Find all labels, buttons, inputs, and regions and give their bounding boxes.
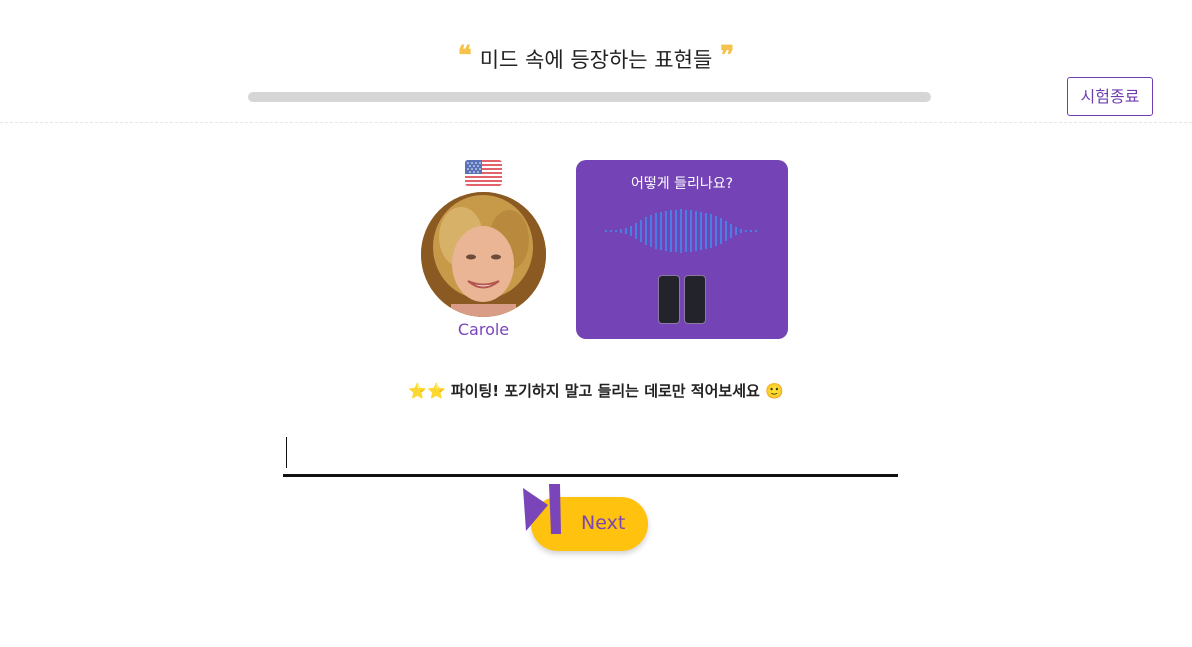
page-title-row: ❝ 미드 속에 등장하는 표현들 ❞ [0,41,1192,74]
star-icon: ⭐⭐ [408,382,446,400]
skip-next-icon [523,484,561,534]
answer-input[interactable] [283,428,898,477]
open-quote-icon: ❝ [457,41,472,71]
speaker-avatar [421,192,546,317]
pause-icon [658,275,680,324]
progress-bar [248,92,931,102]
audio-wave-icon [605,209,757,253]
end-test-button[interactable]: 시험종료 [1067,77,1153,116]
audio-question: 어떻게 들리나요? [630,176,734,192]
us-flag-icon [465,160,502,186]
hint-text-row: ⭐⭐ 파이팅! 포기하지 말고 들리는 데로만 적어보세요 🙂 [0,380,1192,401]
header-bar: ❝ 미드 속에 등장하는 표현들 ❞ 시험종료 [0,0,1192,123]
next-button-label: Next [581,512,626,534]
pause-button[interactable] [658,275,708,325]
text-caret [286,437,287,468]
pause-icon [684,275,706,324]
hint-text: 파이팅! 포기하지 말고 들리는 데로만 적어보세요 🙂 [450,382,784,400]
speaker-name: Carole [457,320,510,339]
page-title: 미드 속에 등장하는 표현들 [479,48,713,72]
audio-card: 어떻게 들리나요? [576,160,788,339]
close-quote-icon: ❞ [720,41,735,71]
